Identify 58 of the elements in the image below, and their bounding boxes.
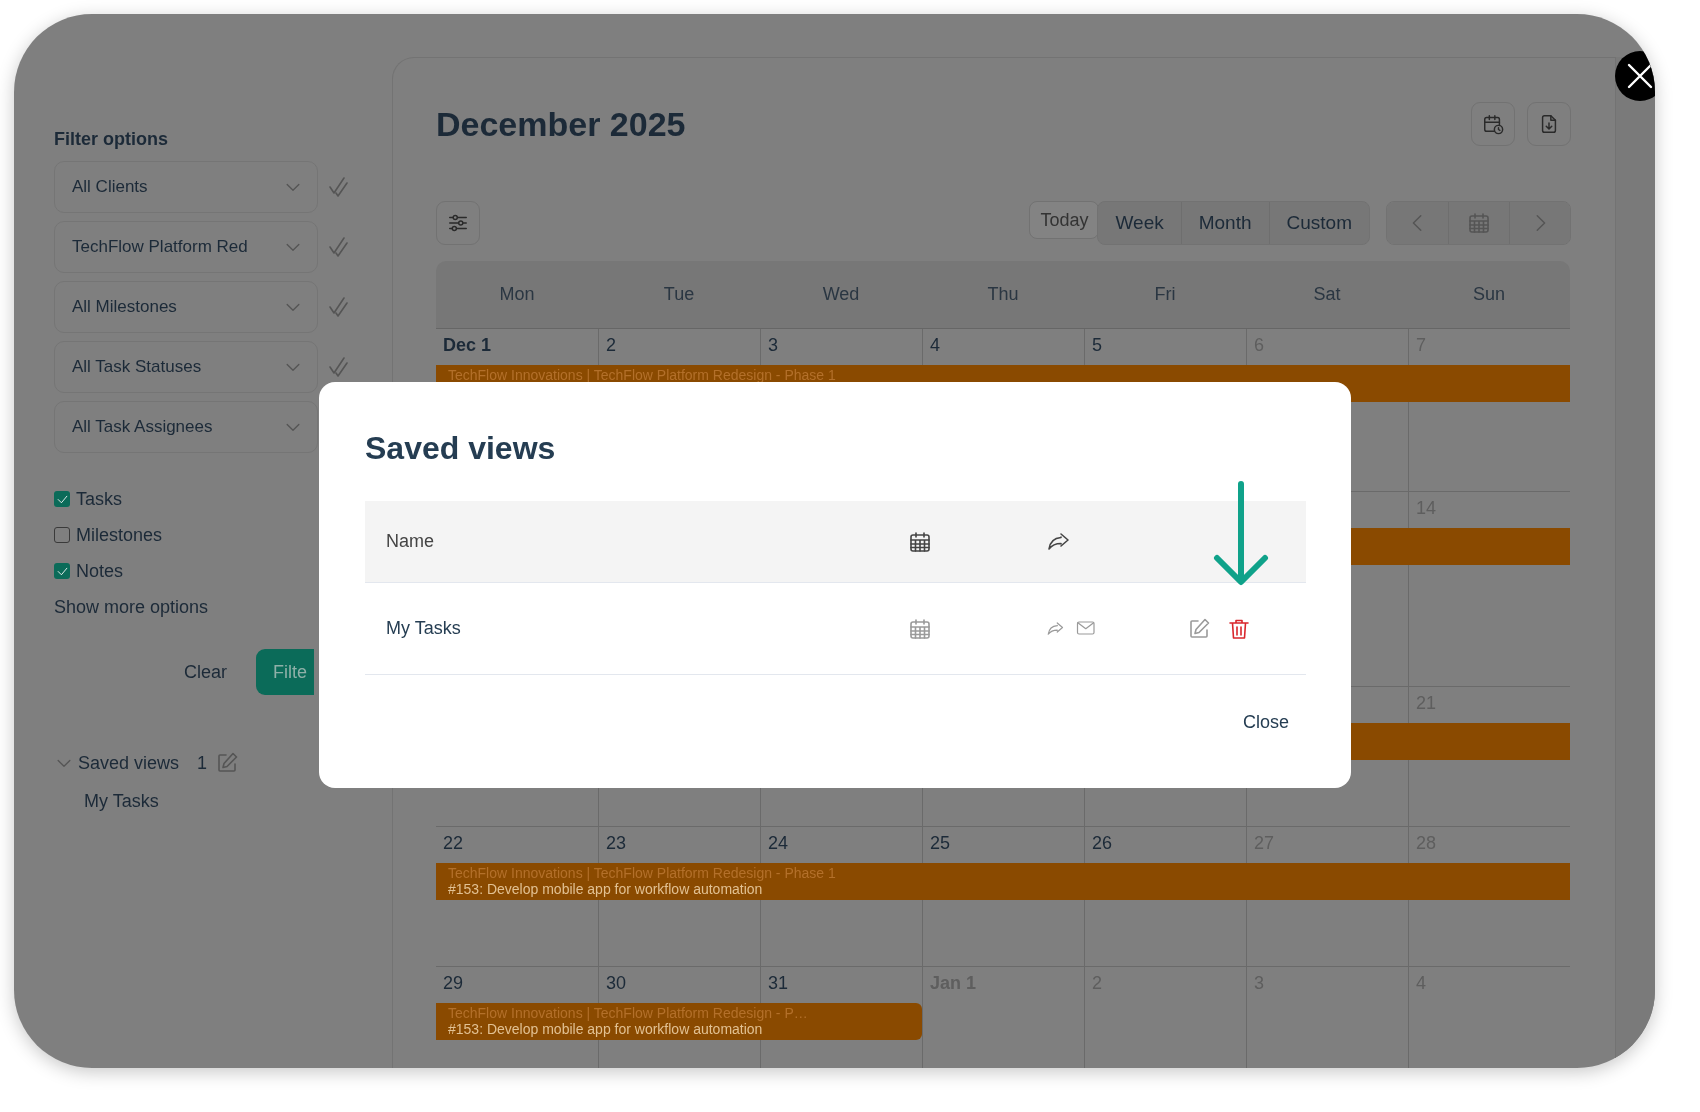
date-label: 22 xyxy=(443,833,464,854)
saved-view-item[interactable]: My Tasks xyxy=(84,785,159,817)
date-label: 24 xyxy=(768,833,789,854)
saved-views-count: 1 xyxy=(197,752,208,774)
schedule-button[interactable] xyxy=(1471,102,1515,146)
checkbox-label: Notes xyxy=(76,560,124,582)
calendar-icon xyxy=(1467,211,1491,235)
weekday-header: Fri xyxy=(1153,284,1177,305)
date-label: 3 xyxy=(768,335,778,356)
weekday-header: Mon xyxy=(498,284,536,305)
checkbox-label: Milestones xyxy=(76,524,163,546)
checkbox-label: Tasks xyxy=(76,488,122,510)
filter-dropdown[interactable]: All Clients xyxy=(54,161,318,213)
month-title: December 2025 xyxy=(436,104,686,144)
weekday-header: Thu xyxy=(986,284,1020,305)
date-label: 31 xyxy=(768,973,789,994)
sliders-icon xyxy=(447,212,469,234)
saved-views-label: Saved views xyxy=(78,752,180,774)
show-more-link[interactable]: Show more options xyxy=(54,589,209,625)
calendar-clock-icon xyxy=(1482,113,1504,135)
close-icon[interactable] xyxy=(1615,51,1655,101)
view-name: My Tasks xyxy=(385,618,462,639)
calendar-button[interactable] xyxy=(1448,202,1509,244)
filter-dropdown[interactable]: All Task Statuses xyxy=(54,341,318,393)
event-detail: #153: Develop mobile app for workflow automation xyxy=(448,1021,763,1037)
date-label: 5 xyxy=(1092,335,1102,356)
date-label: 29 xyxy=(443,973,464,994)
modal-title: Saved views xyxy=(365,430,557,466)
weekday-header: Sun xyxy=(1472,284,1506,305)
date-label: 30 xyxy=(606,973,627,994)
filter-button[interactable]: Filte xyxy=(256,649,314,695)
event-detail: #153: Develop mobile app for workflow automation xyxy=(448,881,763,897)
edit-icon[interactable] xyxy=(1187,616,1211,641)
export-button[interactable] xyxy=(1527,102,1571,146)
checkbox[interactable] xyxy=(54,491,70,507)
clear-button[interactable]: Clear xyxy=(184,661,227,683)
today-button[interactable]: Today xyxy=(1029,201,1100,239)
calendar-icon xyxy=(908,529,932,554)
checkbox[interactable] xyxy=(54,527,70,543)
date-label: 2 xyxy=(606,335,616,356)
date-label: 4 xyxy=(930,335,940,356)
weekday-header: Tue xyxy=(662,284,696,305)
calendar-icon[interactable] xyxy=(908,616,932,641)
date-label: 23 xyxy=(606,833,627,854)
weekday-header: Wed xyxy=(821,284,861,305)
checkbox[interactable] xyxy=(54,563,70,579)
filter-dropdown[interactable]: All Task Assignees xyxy=(54,401,318,453)
filter-dropdown[interactable]: TechFlow Platform Red xyxy=(54,221,318,273)
date-label: 26 xyxy=(1092,833,1113,854)
weekday-header: Sat xyxy=(1312,284,1342,305)
close-button[interactable]: Close xyxy=(1225,708,1306,737)
date-label: Dec 1 xyxy=(443,335,492,356)
date-label: 25 xyxy=(930,833,951,854)
edit-icon[interactable] xyxy=(215,751,240,775)
filter-dropdown[interactable]: All Milestones xyxy=(54,281,318,333)
column-header: Name xyxy=(385,531,435,552)
filter-heading: Filter options xyxy=(54,129,169,150)
filter-settings-button[interactable] xyxy=(436,201,480,245)
